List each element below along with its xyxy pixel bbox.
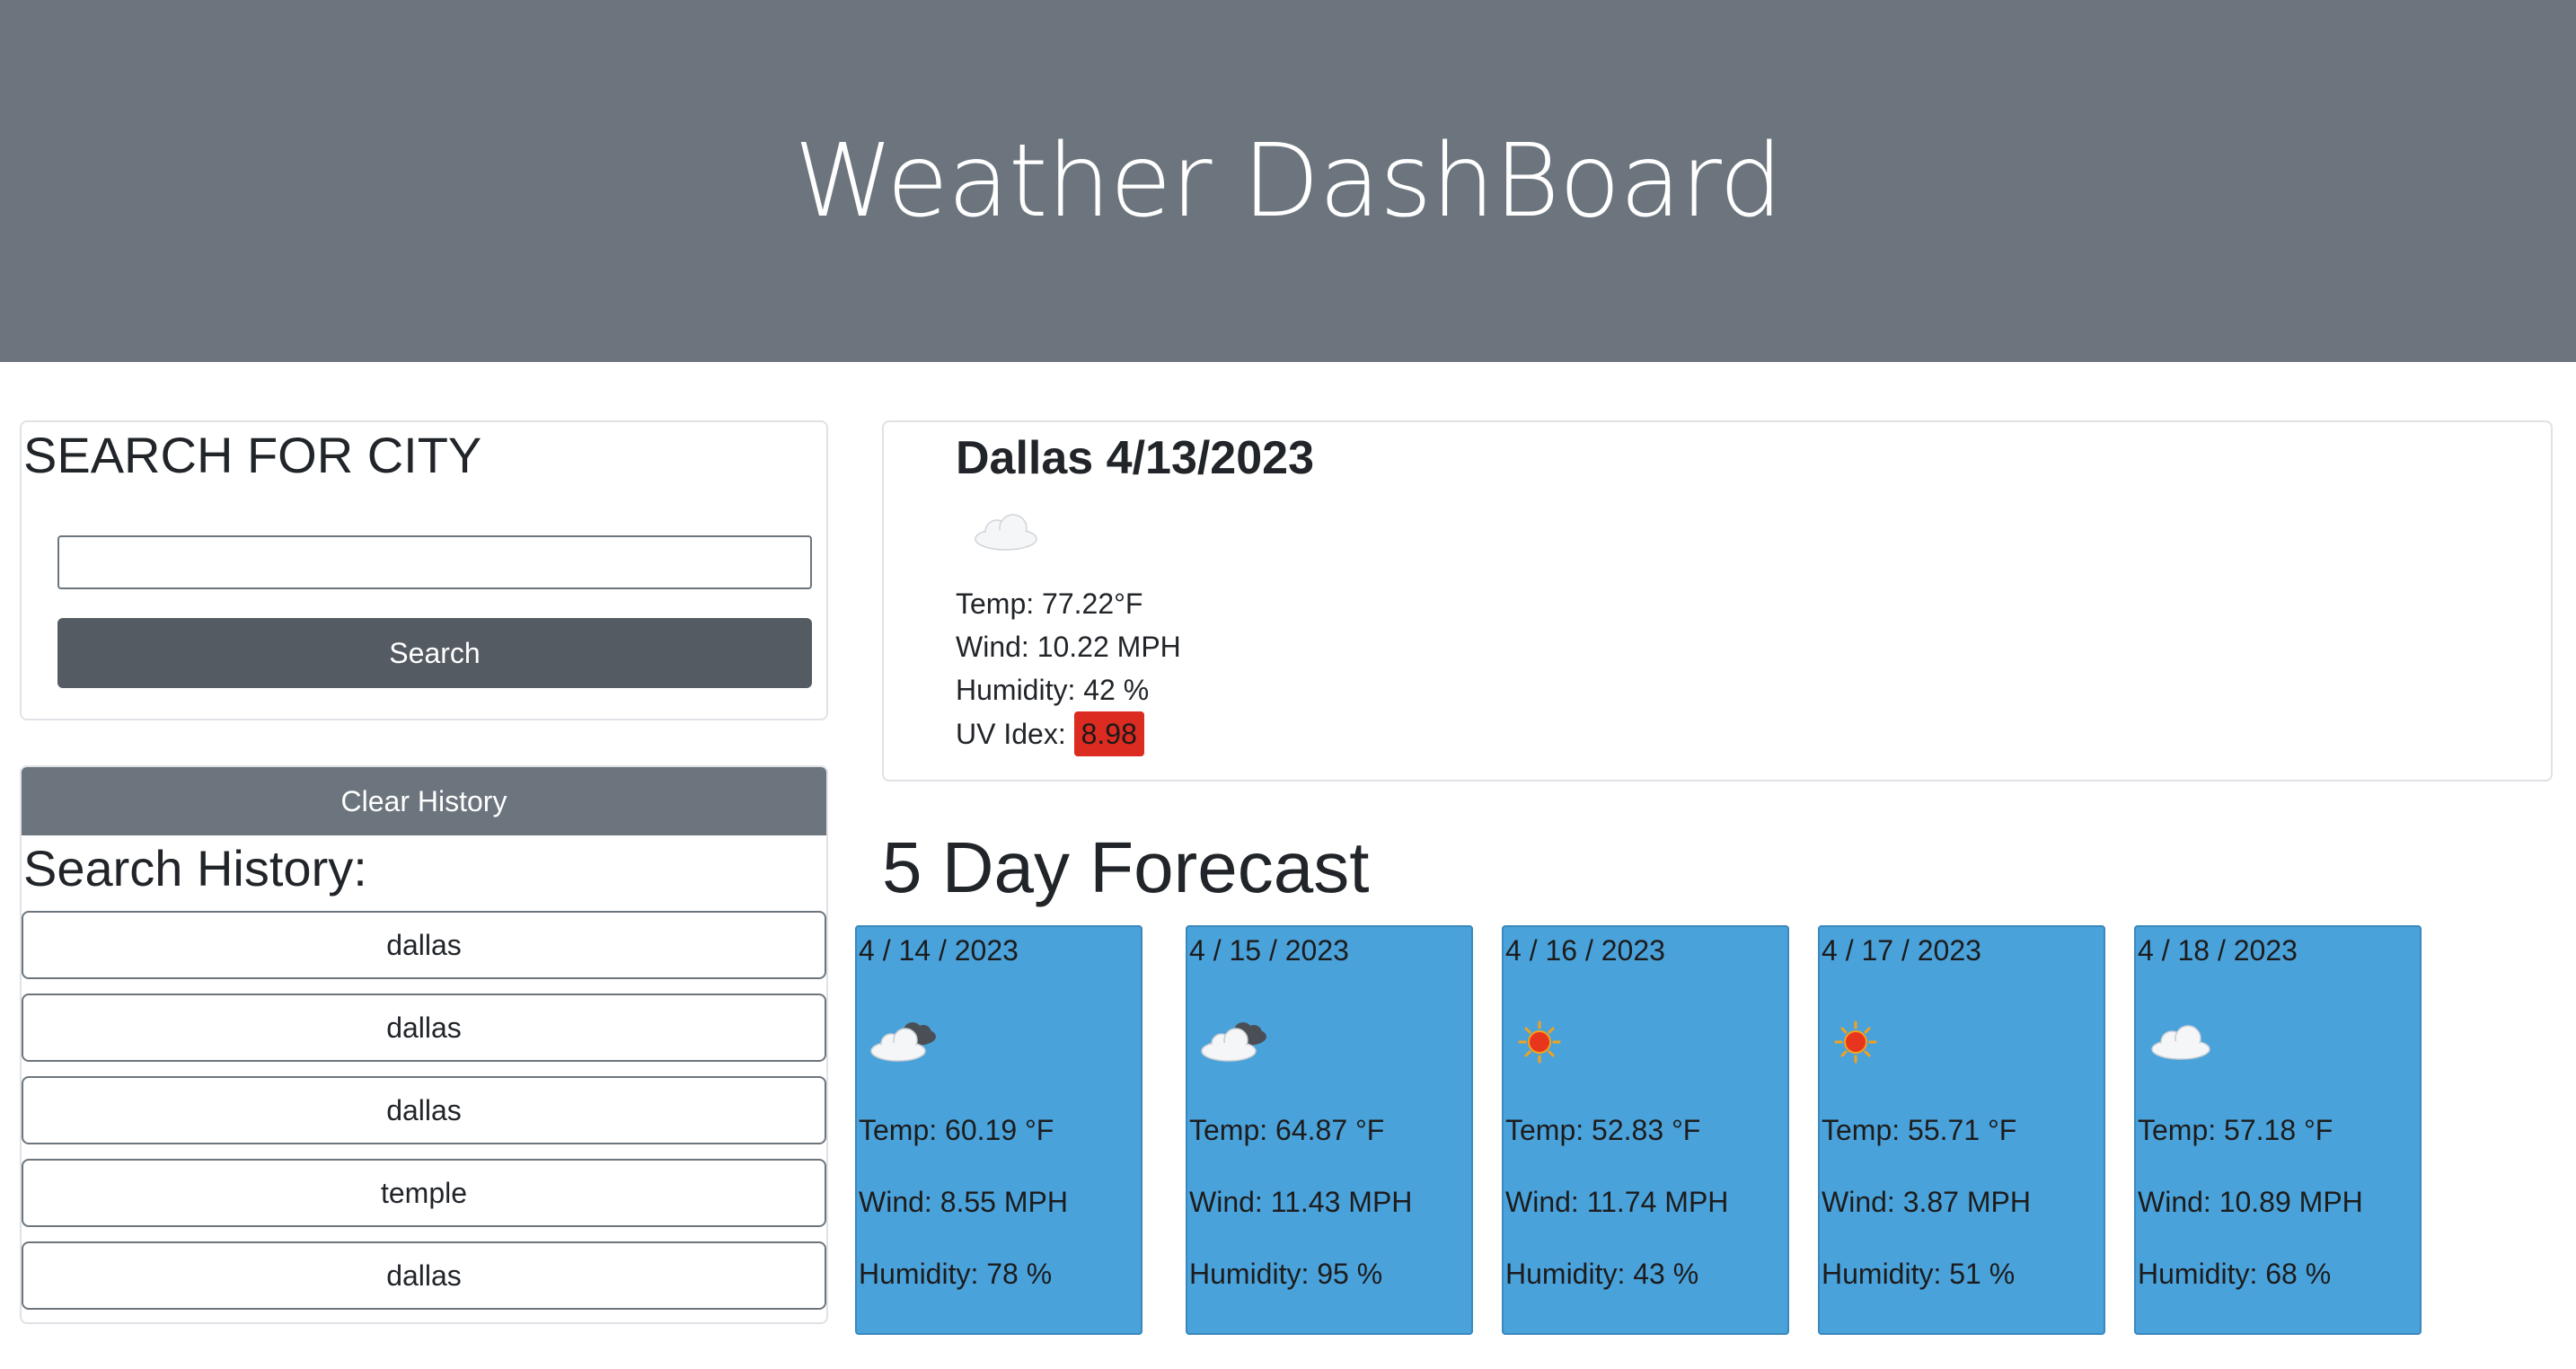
forecast-card: 4 / 17 / 2023 Temp: 55.71 °F Wind: 3.87 … [1818, 925, 2105, 1335]
current-city-date: Dallas 4/13/2023 [956, 432, 1314, 484]
forecast-wind: Wind: 3.87 MPH [1822, 1186, 2031, 1218]
history-heading: Search History: [23, 840, 367, 896]
clear-history-button[interactable]: Clear History [22, 767, 826, 835]
forecast-card: 4 / 16 / 2023 Temp: 52.83 °F Wind: 11.74… [1502, 925, 1789, 1335]
forecast-date: 4 / 15 / 2023 [1189, 934, 1349, 967]
forecast-temp: Temp: 55.71 °F [1822, 1114, 2017, 1146]
history-item[interactable]: dallas [22, 1076, 826, 1144]
sun-icon [1834, 1020, 1877, 1064]
forecast-temp: Temp: 52.83 °F [1505, 1114, 1701, 1146]
forecast-temp: Temp: 57.18 °F [2138, 1114, 2333, 1146]
forecast-date: 4 / 17 / 2023 [1822, 934, 1981, 967]
search-button[interactable]: Search [57, 618, 812, 688]
forecast-humidity: Humidity: 68 % [2138, 1258, 2332, 1290]
forecast-humidity: Humidity: 95 % [1189, 1258, 1383, 1290]
history-item[interactable]: dallas [22, 911, 826, 979]
forecast-wind: Wind: 8.55 MPH [859, 1186, 1068, 1218]
forecast-wind: Wind: 11.43 MPH [1189, 1186, 1413, 1218]
current-wind: Wind: 10.22 MPH [956, 631, 1181, 663]
forecast-humidity: Humidity: 43 % [1505, 1258, 1699, 1290]
cloud-icon [2151, 1025, 2210, 1060]
forecast-temp: Temp: 64.87 °F [1189, 1114, 1385, 1146]
cloud-icon [975, 514, 1037, 551]
current-weather-card: Dallas 4/13/2023 Temp: 77.22°F Wind: 10.… [882, 420, 2553, 782]
history-list: dallas dallas dallas temple dallas [22, 911, 826, 1324]
forecast-wind: Wind: 11.74 MPH [1505, 1186, 1729, 1218]
forecast-card: 4 / 15 / 2023 Temp: 64.87 °F Wind: 11.43… [1186, 925, 1473, 1335]
search-panel: SEARCH FOR CITY Search [20, 420, 828, 720]
forecast-wind: Wind: 10.89 MPH [2138, 1186, 2363, 1218]
current-temp: Temp: 77.22°F [956, 587, 1143, 620]
page-header: Weather DashBoard [0, 0, 2576, 362]
history-panel: Clear History Search History: dallas dal… [20, 765, 828, 1324]
uv-label: UV Idex: [956, 718, 1066, 750]
forecast-date: 4 / 14 / 2023 [859, 934, 1019, 967]
city-search-input[interactable] [57, 535, 812, 589]
forecast-humidity: Humidity: 78 % [859, 1258, 1053, 1290]
history-item[interactable]: temple [22, 1159, 826, 1227]
partly-cloudy-icon [870, 1022, 936, 1062]
current-uv: UV Idex: 8.98 [956, 711, 1181, 756]
search-heading: SEARCH FOR CITY [23, 427, 482, 483]
current-humidity: Humidity: 42 % [956, 674, 1150, 706]
forecast-humidity: Humidity: 51 % [1822, 1258, 2016, 1290]
uv-badge: 8.98 [1073, 711, 1144, 756]
forecast-temp: Temp: 60.19 °F [859, 1114, 1054, 1146]
partly-cloudy-icon [1201, 1022, 1266, 1062]
history-item[interactable]: dallas [22, 994, 826, 1062]
forecast-heading: 5 Day Forecast [882, 827, 1370, 907]
page-title: Weather DashBoard [793, 122, 1783, 240]
forecast-date: 4 / 16 / 2023 [1505, 934, 1665, 967]
current-details: Temp: 77.22°F Wind: 10.22 MPH Humidity: … [956, 582, 1181, 756]
history-item[interactable]: dallas [22, 1241, 826, 1310]
forecast-card: 4 / 18 / 2023 Temp: 57.18 °F Wind: 10.89… [2134, 925, 2422, 1335]
sun-icon [1518, 1020, 1561, 1064]
forecast-card: 4 / 14 / 2023 Temp: 60.19 °F Wind: 8.55 … [855, 925, 1142, 1335]
forecast-date: 4 / 18 / 2023 [2138, 934, 2298, 967]
